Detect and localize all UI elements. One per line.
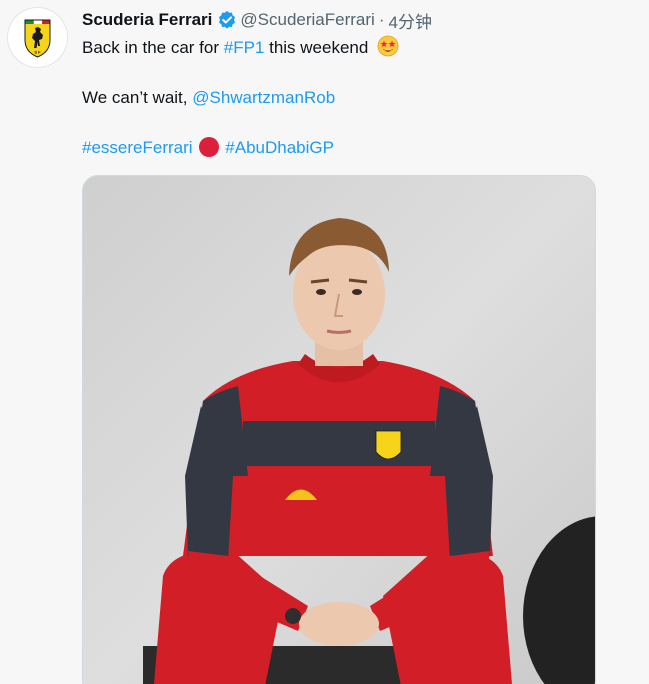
- hashtag-esserferrari-link[interactable]: #essereFerrari: [82, 138, 193, 157]
- tweet-media-photo[interactable]: [82, 175, 596, 684]
- tweet-text-line-2: We can’t wait, @ShwartzmanRob: [82, 86, 335, 110]
- tweet-text-line-1: Back in the car for #FP1 this weekend: [82, 35, 399, 64]
- text-segment: We can’t wait,: [82, 88, 193, 107]
- author-handle[interactable]: @ScuderiaFerrari: [240, 10, 374, 30]
- separator-dot: ·: [378, 10, 385, 29]
- author-name[interactable]: Scuderia Ferrari: [82, 10, 212, 30]
- svg-text:S F: S F: [34, 50, 41, 55]
- tweet-text-line-3: #essereFerrari #AbuDhabiGP: [82, 136, 334, 160]
- mention-link[interactable]: @ShwartzmanRob: [192, 88, 335, 107]
- tweet-timestamp[interactable]: 4分钟: [388, 8, 431, 33]
- driver-photo: [83, 176, 595, 684]
- text-segment: this weekend: [264, 38, 369, 57]
- ferrari-logo-avatar[interactable]: S F: [8, 8, 67, 67]
- clasped-hands: [299, 602, 379, 646]
- hashtag-fp1-link[interactable]: #FP1: [224, 38, 265, 57]
- tweet-header: Scuderia Ferrari @ScuderiaFerrari · 4分钟: [82, 8, 432, 32]
- red-circle-icon: [199, 137, 220, 157]
- hashtag-abudhabigp-link[interactable]: #AbuDhabiGP: [225, 138, 334, 157]
- tweet[interactable]: S F Scuderia Ferrari @ScuderiaFerrari · …: [0, 0, 649, 684]
- star-struck-emoji-icon: [377, 35, 399, 64]
- text-segment: Back in the car for: [82, 38, 224, 57]
- verified-badge-icon: [217, 10, 237, 30]
